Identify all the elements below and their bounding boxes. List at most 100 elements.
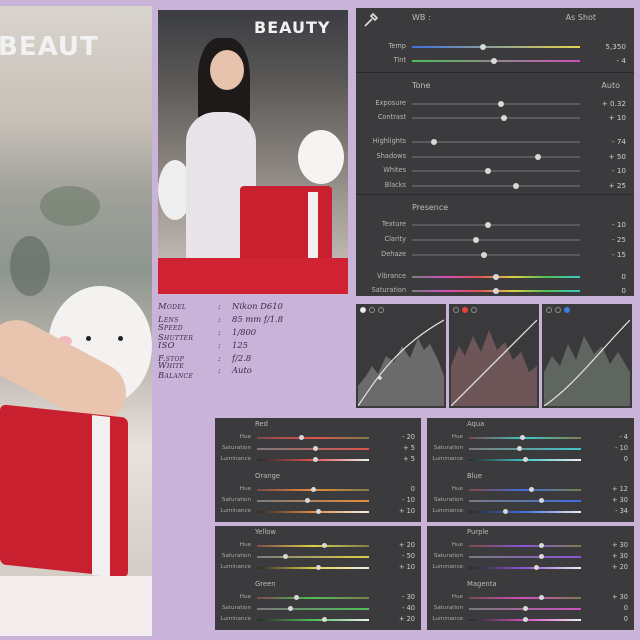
hsl-lum-track[interactable]	[469, 511, 581, 513]
exposure-slider-knob[interactable]	[498, 101, 505, 107]
hsl-hue-knob[interactable]	[299, 435, 305, 440]
blacks-slider-track[interactable]	[412, 185, 580, 187]
whites-value[interactable]: - 10	[586, 166, 626, 175]
hsl-hue-knob[interactable]	[321, 543, 327, 548]
hsl-lum-value[interactable]: - 34	[592, 507, 628, 515]
highlights-value[interactable]: - 74	[586, 137, 626, 146]
hsl-sat-knob[interactable]	[312, 446, 318, 451]
hsl-lum-value[interactable]: + 10	[379, 507, 415, 515]
temp-value[interactable]: 5,350	[586, 42, 626, 51]
texture-slider-track[interactable]	[412, 224, 580, 226]
hsl-sat-track[interactable]	[257, 608, 369, 610]
hsl-lum-knob[interactable]	[522, 457, 528, 462]
hsl-sat-track[interactable]	[469, 500, 581, 502]
wb-value[interactable]: As Shot	[566, 13, 596, 22]
channel-red-dot[interactable]	[369, 307, 375, 313]
hsl-sat-value[interactable]: - 40	[379, 604, 415, 612]
hsl-hue-knob[interactable]	[293, 595, 299, 600]
tone-curve-rgb[interactable]	[356, 304, 446, 408]
contrast-slider-knob[interactable]	[501, 115, 508, 121]
hsl-lum-value[interactable]: 0	[592, 455, 628, 463]
hsl-hue-track[interactable]	[257, 597, 369, 599]
contrast-slider-track[interactable]	[412, 117, 580, 119]
hsl-lum-track[interactable]	[257, 619, 369, 621]
whites-slider-track[interactable]	[412, 170, 580, 172]
clarity-value[interactable]: - 25	[586, 235, 626, 244]
exposure-slider-track[interactable]	[412, 103, 580, 105]
blacks-value[interactable]: + 25	[586, 181, 626, 190]
hsl-hue-value[interactable]: - 30	[379, 593, 415, 601]
hsl-sat-value[interactable]: - 10	[379, 496, 415, 504]
hsl-sat-track[interactable]	[469, 448, 581, 450]
hsl-lum-value[interactable]: 0	[592, 615, 628, 623]
hsl-lum-value[interactable]: + 10	[379, 563, 415, 571]
hsl-hue-track[interactable]	[257, 545, 369, 547]
hsl-hue-track[interactable]	[469, 489, 581, 491]
shadows-value[interactable]: + 50	[586, 152, 626, 161]
hsl-sat-value[interactable]: + 5	[379, 444, 415, 452]
tone-curve-blue[interactable]	[542, 304, 632, 408]
channel-blue-dot[interactable]	[378, 307, 384, 313]
hsl-hue-value[interactable]: 0	[379, 485, 415, 493]
temp-slider-track[interactable]	[412, 46, 580, 48]
hsl-sat-knob[interactable]	[539, 554, 545, 559]
hsl-lum-knob[interactable]	[312, 457, 318, 462]
texture-value[interactable]: - 10	[586, 220, 626, 229]
hsl-lum-track[interactable]	[257, 567, 369, 569]
saturation-slider-knob[interactable]	[493, 288, 499, 294]
hsl-hue-value[interactable]: + 12	[592, 485, 628, 493]
vibrance-slider-knob[interactable]	[493, 274, 499, 280]
tone-curve-red[interactable]	[449, 304, 539, 408]
texture-slider-knob[interactable]	[484, 222, 491, 228]
tint-slider-knob[interactable]	[491, 58, 498, 64]
channel-white-dot[interactable]	[360, 307, 366, 313]
whites-slider-knob[interactable]	[484, 168, 491, 174]
hsl-lum-value[interactable]: + 20	[379, 615, 415, 623]
tone-auto-button[interactable]: Auto	[601, 81, 620, 90]
hsl-hue-track[interactable]	[257, 437, 369, 439]
hsl-hue-value[interactable]: - 20	[379, 433, 415, 441]
hsl-lum-value[interactable]: + 5	[379, 455, 415, 463]
hsl-lum-knob[interactable]	[503, 509, 509, 514]
hsl-hue-value[interactable]: - 4	[592, 433, 628, 441]
hsl-sat-track[interactable]	[257, 500, 369, 502]
hsl-hue-knob[interactable]	[529, 487, 535, 492]
channel-blue-dot[interactable]	[471, 307, 477, 313]
hsl-sat-knob[interactable]	[282, 554, 288, 559]
channel-red-dot[interactable]	[555, 307, 561, 313]
hsl-sat-knob[interactable]	[304, 498, 310, 503]
eyedropper-icon[interactable]	[362, 11, 380, 33]
hsl-sat-value[interactable]: + 30	[592, 496, 628, 504]
vibrance-value[interactable]: 0	[586, 272, 626, 281]
hsl-lum-knob[interactable]	[316, 509, 322, 514]
blacks-slider-knob[interactable]	[513, 183, 520, 189]
hsl-hue-knob[interactable]	[539, 595, 545, 600]
shadows-slider-track[interactable]	[412, 156, 580, 158]
hsl-lum-knob[interactable]	[522, 617, 528, 622]
hsl-hue-track[interactable]	[469, 597, 581, 599]
hsl-lum-knob[interactable]	[316, 565, 322, 570]
hsl-hue-knob[interactable]	[539, 543, 545, 548]
saturation-value[interactable]: 0	[586, 286, 626, 295]
dehaze-value[interactable]: - 15	[586, 250, 626, 259]
channel-white-dot[interactable]	[546, 307, 552, 313]
temp-slider-knob[interactable]	[479, 44, 486, 50]
hsl-sat-knob[interactable]	[522, 606, 528, 611]
hsl-sat-value[interactable]: 0	[592, 604, 628, 612]
highlights-slider-knob[interactable]	[430, 139, 437, 145]
hsl-lum-track[interactable]	[257, 511, 369, 513]
hsl-sat-value[interactable]: - 50	[379, 552, 415, 560]
hsl-lum-knob[interactable]	[533, 565, 539, 570]
shadows-slider-knob[interactable]	[535, 154, 541, 160]
tint-value[interactable]: - 4	[586, 56, 626, 65]
hsl-lum-track[interactable]	[469, 567, 581, 569]
hsl-hue-value[interactable]: + 30	[592, 541, 628, 549]
hsl-sat-knob[interactable]	[288, 606, 294, 611]
dehaze-slider-knob[interactable]	[481, 252, 488, 258]
hsl-hue-value[interactable]: + 30	[592, 593, 628, 601]
hsl-hue-track[interactable]	[469, 545, 581, 547]
exposure-value[interactable]: + 0.32	[586, 99, 626, 108]
channel-blue-dot[interactable]	[564, 307, 570, 313]
highlights-slider-track[interactable]	[412, 141, 580, 143]
hsl-sat-value[interactable]: + 30	[592, 552, 628, 560]
